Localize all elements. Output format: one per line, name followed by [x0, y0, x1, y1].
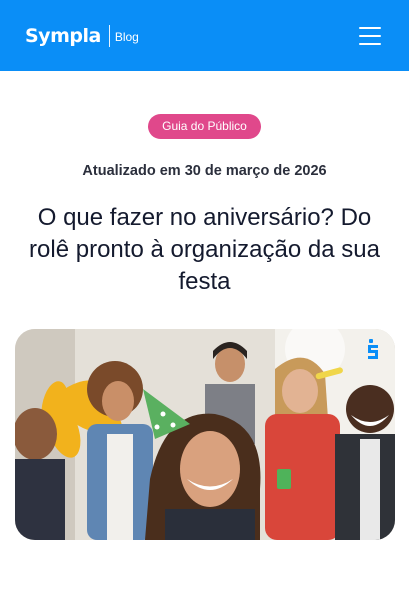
hamburger-menu-icon[interactable]: [359, 26, 381, 45]
top-header: Sympla Blog: [0, 0, 409, 71]
updated-date: Atualizado em 30 de março de 2026: [82, 163, 327, 179]
article-title: O que fazer no aniversário? Do rolê pron…: [29, 204, 380, 295]
category-badge[interactable]: Guia do Público: [148, 114, 261, 139]
logo-divider: [108, 24, 110, 47]
category-wrapper: Guia do Público: [0, 114, 409, 139]
sympla-blog-logo[interactable]: Sympla Blog: [25, 24, 139, 47]
brand-name: Sympla: [25, 24, 101, 47]
party-photo-illustration: [15, 329, 395, 540]
blog-label: Blog: [114, 29, 139, 44]
hero-image: [15, 329, 395, 540]
